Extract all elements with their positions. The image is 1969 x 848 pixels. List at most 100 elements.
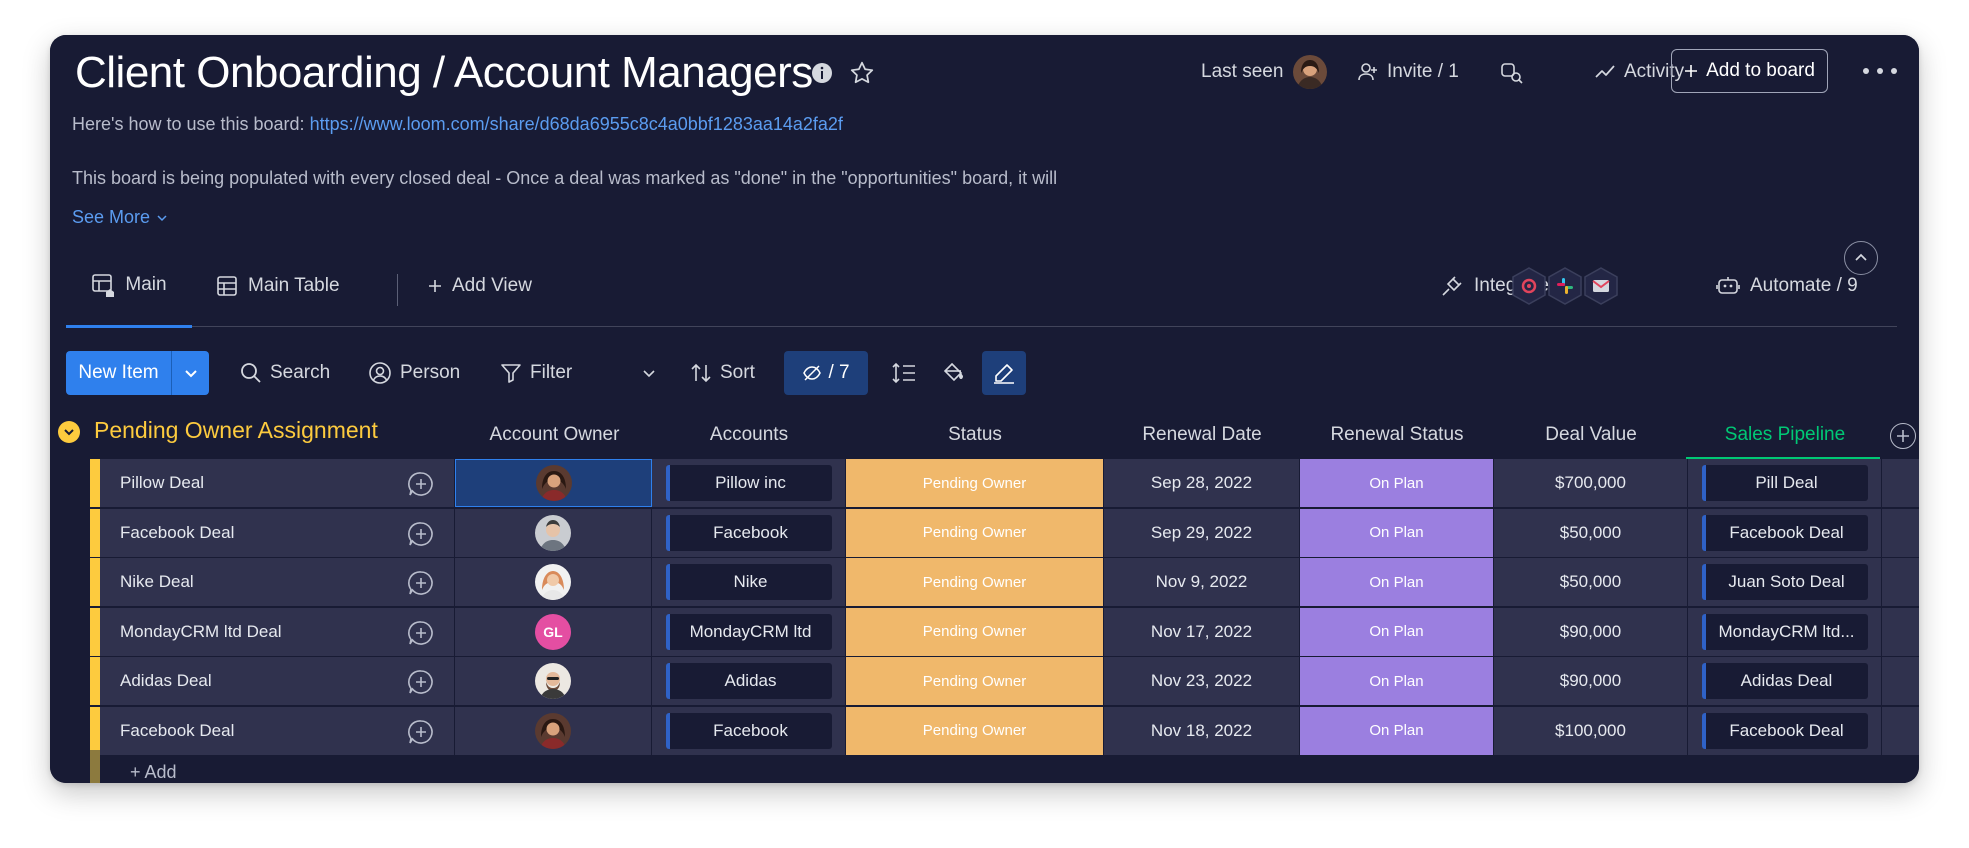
renewal-date-cell[interactable]: Sep 29, 2022 xyxy=(1104,508,1300,557)
automate-button[interactable]: Automate / 9 xyxy=(1716,245,1858,327)
sales-pipeline-cell[interactable]: MondayCRM ltd... xyxy=(1688,607,1882,656)
owner-avatar[interactable] xyxy=(535,465,572,501)
owner-avatar[interactable] xyxy=(535,663,571,699)
account-chip[interactable]: Facebook xyxy=(665,712,832,749)
add-update-icon[interactable] xyxy=(408,669,434,700)
item-name-cell[interactable]: MondayCRM ltd Deal xyxy=(100,607,455,656)
search-button[interactable]: Search xyxy=(240,351,330,395)
sales-pipeline-cell[interactable]: Pill Deal xyxy=(1688,459,1882,507)
invite-button[interactable]: Invite / 1 xyxy=(1357,49,1459,95)
sort-button[interactable]: Sort xyxy=(690,351,755,395)
status-cell[interactable]: Pending Owner xyxy=(846,459,1104,507)
item-name-cell[interactable]: Nike Deal xyxy=(100,558,455,606)
renewal-date-cell[interactable]: Sep 28, 2022 xyxy=(1104,459,1300,507)
collapse-header-button[interactable] xyxy=(1844,241,1878,275)
edit-mode-button[interactable] xyxy=(982,351,1026,395)
status-cell[interactable]: Pending Owner xyxy=(846,706,1104,755)
renewal-date-cell[interactable]: Nov 18, 2022 xyxy=(1104,706,1300,755)
filter-button[interactable]: Filter xyxy=(500,351,572,395)
table-row[interactable]: Facebook Deal Facebook Pending Owner Nov… xyxy=(90,706,1919,755)
owner-cell[interactable] xyxy=(455,459,652,507)
column-header-sales-pipeline[interactable]: Sales Pipeline xyxy=(1688,424,1882,448)
pipeline-chip[interactable]: Pill Deal xyxy=(1701,465,1868,501)
accounts-cell[interactable]: Adidas xyxy=(652,657,846,705)
column-header-deal-value[interactable]: Deal Value xyxy=(1494,424,1688,448)
status-cell[interactable]: Pending Owner xyxy=(846,657,1104,705)
deal-value-cell[interactable]: $90,000 xyxy=(1494,657,1688,705)
table-row[interactable]: Pillow Deal Pillow inc Pending Owner Sep… xyxy=(90,459,1919,507)
renewal-status-cell[interactable]: On Plan xyxy=(1300,607,1494,656)
see-more-link[interactable]: See More xyxy=(72,207,168,228)
item-name[interactable]: Nike Deal xyxy=(120,572,194,592)
renewal-status-cell[interactable]: On Plan xyxy=(1300,459,1494,507)
add-item-row[interactable]: + Add xyxy=(90,750,1919,783)
board-title[interactable]: Client Onboarding / Account Managers xyxy=(75,48,813,98)
pipeline-chip[interactable]: MondayCRM ltd... xyxy=(1701,613,1868,650)
pipeline-chip[interactable]: Facebook Deal xyxy=(1701,514,1868,551)
deal-value-cell[interactable]: $700,000 xyxy=(1494,459,1688,507)
account-chip[interactable]: Facebook xyxy=(665,514,832,551)
owner-cell[interactable] xyxy=(455,508,652,557)
table-row[interactable]: Adidas Deal Adidas Pending Owner Nov 23,… xyxy=(90,657,1919,705)
add-to-board-button[interactable]: Add to board xyxy=(1671,49,1828,93)
group-collapse-icon[interactable] xyxy=(58,421,80,443)
renewal-date-cell[interactable]: Nov 17, 2022 xyxy=(1104,607,1300,656)
row-height-button[interactable] xyxy=(892,351,924,395)
table-row[interactable]: MondayCRM ltd Deal GL MondayCRM ltd Pend… xyxy=(90,607,1919,656)
add-update-icon[interactable] xyxy=(408,719,434,750)
renewal-status-cell[interactable]: On Plan xyxy=(1300,508,1494,557)
add-update-icon[interactable] xyxy=(408,570,434,601)
hidden-columns-button[interactable]: / 7 xyxy=(784,351,868,395)
renewal-status-cell[interactable]: On Plan xyxy=(1300,657,1494,705)
status-cell[interactable]: Pending Owner xyxy=(846,508,1104,557)
owner-cell[interactable] xyxy=(455,706,652,755)
star-icon[interactable] xyxy=(847,58,877,88)
owner-avatar[interactable]: GL xyxy=(535,613,571,650)
accounts-cell[interactable]: Pillow inc xyxy=(652,459,846,507)
tab-main[interactable]: Main xyxy=(66,245,192,328)
owner-cell[interactable] xyxy=(455,558,652,606)
sales-pipeline-cell[interactable]: Adidas Deal xyxy=(1688,657,1882,705)
add-update-icon[interactable] xyxy=(408,521,434,552)
column-header-owner[interactable]: Account Owner xyxy=(456,424,653,448)
more-options-icon[interactable] xyxy=(1863,59,1897,83)
column-header-accounts[interactable]: Accounts xyxy=(652,424,846,448)
integration-icons[interactable] xyxy=(1512,266,1620,306)
item-name[interactable]: Adidas Deal xyxy=(120,671,212,691)
account-chip[interactable]: Pillow inc xyxy=(665,465,832,501)
account-chip[interactable]: Adidas xyxy=(665,663,832,699)
account-chip[interactable]: MondayCRM ltd xyxy=(665,613,832,650)
item-name[interactable]: MondayCRM ltd Deal xyxy=(120,622,282,642)
add-column-button[interactable] xyxy=(1890,423,1916,449)
filter-dropdown[interactable] xyxy=(642,351,664,395)
deal-value-cell[interactable]: $100,000 xyxy=(1494,706,1688,755)
last-seen[interactable]: Last seen xyxy=(1201,49,1328,95)
accounts-cell[interactable]: Facebook xyxy=(652,706,846,755)
owner-avatar[interactable] xyxy=(535,514,571,551)
table-row[interactable]: Facebook Deal Facebook Pending Owner Sep… xyxy=(90,508,1919,557)
column-header-status[interactable]: Status xyxy=(846,424,1104,448)
column-header-renewal-date[interactable]: Renewal Date xyxy=(1104,424,1300,448)
item-name[interactable]: Facebook Deal xyxy=(120,523,234,543)
item-name-cell[interactable]: Facebook Deal xyxy=(100,508,455,557)
pipeline-chip[interactable]: Juan Soto Deal xyxy=(1701,564,1868,600)
item-name[interactable]: Pillow Deal xyxy=(120,473,204,493)
table-row[interactable]: Nike Deal Nike Pending Owner Nov 9, 2022… xyxy=(90,558,1919,606)
renewal-date-cell[interactable]: Nov 9, 2022 xyxy=(1104,558,1300,606)
sales-pipeline-cell[interactable]: Facebook Deal xyxy=(1688,508,1882,557)
deal-value-cell[interactable]: $50,000 xyxy=(1494,558,1688,606)
status-cell[interactable]: Pending Owner xyxy=(846,558,1104,606)
deal-value-cell[interactable]: $50,000 xyxy=(1494,508,1688,557)
status-cell[interactable]: Pending Owner xyxy=(846,607,1104,656)
renewal-status-cell[interactable]: On Plan xyxy=(1300,558,1494,606)
item-name-cell[interactable]: Adidas Deal xyxy=(100,657,455,705)
accounts-cell[interactable]: Nike xyxy=(652,558,846,606)
owner-avatar[interactable] xyxy=(535,712,571,749)
owner-cell[interactable]: GL xyxy=(455,607,652,656)
group-title[interactable]: Pending Owner Assignment xyxy=(94,417,378,444)
info-icon[interactable] xyxy=(807,58,837,88)
accounts-cell[interactable]: Facebook xyxy=(652,508,846,557)
owner-cell[interactable] xyxy=(455,657,652,705)
column-header-renewal-status[interactable]: Renewal Status xyxy=(1300,424,1494,448)
pipeline-chip[interactable]: Facebook Deal xyxy=(1701,712,1868,749)
